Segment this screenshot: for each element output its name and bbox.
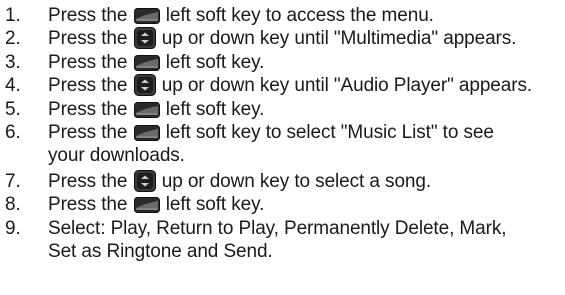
step-text-after: up or down key until "Audio Player" appe… [156, 75, 533, 96]
step-text-continuation: Set as Ringtone and Send. [48, 241, 273, 262]
step-text-after: up or down key to select a song. [156, 171, 432, 192]
step-text: Press the left soft key to select "Music… [48, 121, 494, 167]
step-text-after: left soft key to select "Music List" to … [160, 122, 494, 143]
left-soft-key-icon [133, 102, 160, 118]
step-text-before: Press the [48, 194, 128, 215]
step-text: Select: Play, Return to Play, Permanentl… [48, 217, 507, 263]
step-text: Press the left soft key. [48, 193, 264, 216]
step-text: Press the up or down key until "Multimed… [48, 27, 516, 50]
instruction-list: 1. Press the left soft key to access the… [0, 0, 565, 295]
step-text: Press the left soft key to access the me… [48, 4, 434, 27]
step-text-before: Press the [48, 99, 128, 120]
left-soft-key-icon [133, 8, 160, 24]
step-number: 9. [5, 218, 21, 239]
step-number: 4. [5, 75, 21, 96]
step-number: 8. [5, 194, 21, 215]
step-text: Press the left soft key. [48, 51, 264, 74]
step-text: Press the left soft key. [48, 98, 264, 121]
step-text-before: Press the [48, 52, 128, 73]
step-text: Press the up or down key until "Audio Pl… [48, 74, 532, 97]
step-number: 1. [5, 5, 21, 26]
step-text-before: Press the [48, 75, 128, 96]
step-number: 7. [5, 171, 21, 192]
step-text-continuation: your downloads. [48, 145, 185, 166]
up-down-key-icon [133, 170, 156, 192]
step-text-after: up or down key until "Multimedia" appear… [156, 28, 517, 49]
step-number: 2. [5, 28, 21, 49]
step-text-before: Press the [48, 171, 128, 192]
step-number: 5. [5, 99, 21, 120]
up-down-key-icon [133, 27, 156, 49]
step-text-after: left soft key to access the menu. [160, 5, 434, 26]
step-text-after: left soft key. [160, 99, 265, 120]
step-text-before: Press the [48, 5, 128, 26]
left-soft-key-icon [133, 197, 160, 213]
left-soft-key-icon [133, 125, 160, 141]
step-number: 6. [5, 122, 21, 143]
step-number: 3. [5, 52, 21, 73]
step-text-after: left soft key. [160, 194, 265, 215]
step-text-before: Press the [48, 28, 128, 49]
up-down-key-icon [133, 74, 156, 96]
step-text-main: Select: Play, Return to Play, Permanentl… [48, 218, 507, 239]
step-text-after: left soft key. [160, 52, 265, 73]
step-text-before: Press the [48, 122, 128, 143]
step-text: Press the up or down key to select a son… [48, 170, 431, 193]
left-soft-key-icon [133, 55, 160, 71]
